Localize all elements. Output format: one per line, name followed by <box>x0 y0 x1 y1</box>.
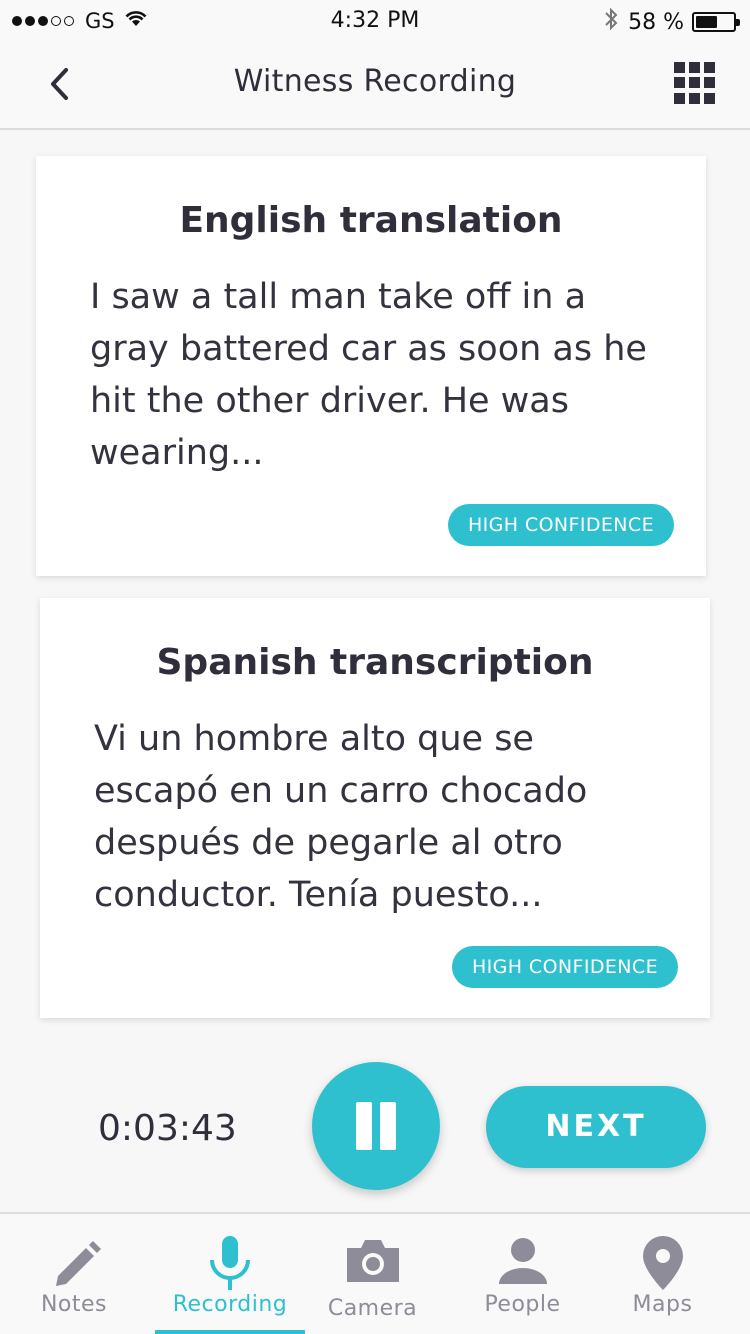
next-button[interactable]: NEXT <box>486 1086 706 1168</box>
person-icon <box>499 1238 547 1284</box>
tab-label: People <box>484 1292 561 1317</box>
grid-icon <box>674 77 685 89</box>
grid-icon <box>689 92 700 104</box>
tab-people[interactable]: People <box>455 1214 590 1334</box>
tab-bar: Notes Recording Camera People Maps <box>0 1212 750 1334</box>
pause-icon <box>380 1102 396 1150</box>
tab-recording[interactable]: Recording <box>155 1214 305 1334</box>
pencil-icon <box>56 1241 101 1286</box>
battery-percent: 58 % <box>628 9 684 35</box>
spanish-transcription-card: Spanish transcription Vi un hombre alto … <box>40 598 710 1018</box>
grid-icon <box>674 62 685 73</box>
tab-label: Camera <box>327 1296 418 1321</box>
battery-tip <box>736 19 740 26</box>
map-pin-icon <box>643 1236 683 1290</box>
microphone-icon <box>210 1236 250 1290</box>
pause-button[interactable] <box>312 1062 440 1190</box>
battery-area: 58 % <box>604 7 740 37</box>
active-tab-indicator <box>155 1330 305 1334</box>
page-title: Witness Recording <box>233 64 517 99</box>
grid-icon <box>704 62 715 73</box>
card-title: Spanish transcription <box>156 642 594 683</box>
battery-icon <box>692 12 740 32</box>
english-translation-card: English translation I saw a tall man tak… <box>36 156 706 576</box>
confidence-badge: HIGH CONFIDENCE <box>447 504 674 546</box>
battery-fill <box>696 16 717 28</box>
recording-timer: 0:03:43 <box>98 1108 237 1149</box>
grid-icon <box>704 77 715 89</box>
nav-bar: Witness Recording <box>0 42 750 130</box>
tab-camera[interactable]: Camera <box>305 1214 440 1334</box>
card-text: Vi un hombre alto que se escapó en un ca… <box>94 719 588 915</box>
tab-notes[interactable]: Notes <box>0 1214 148 1334</box>
grid-icon <box>689 62 700 73</box>
bluetooth-icon <box>604 7 618 37</box>
tab-label: Maps <box>632 1292 693 1317</box>
card-text: I saw a tall man take off in a gray batt… <box>90 277 647 473</box>
pause-icon <box>356 1102 372 1150</box>
grid-menu-button[interactable] <box>674 62 716 104</box>
camera-icon <box>347 1240 399 1282</box>
tab-maps[interactable]: Maps <box>595 1214 730 1334</box>
grid-icon <box>704 92 715 104</box>
grid-icon <box>674 92 685 104</box>
grid-icon <box>689 77 700 89</box>
card-title: English translation <box>179 200 563 241</box>
confidence-badge: HIGH CONFIDENCE <box>451 946 678 988</box>
tab-label: Recording <box>172 1292 288 1317</box>
tab-label: Notes <box>40 1292 108 1317</box>
status-bar: GS 4:32 PM 58 % <box>0 0 750 42</box>
